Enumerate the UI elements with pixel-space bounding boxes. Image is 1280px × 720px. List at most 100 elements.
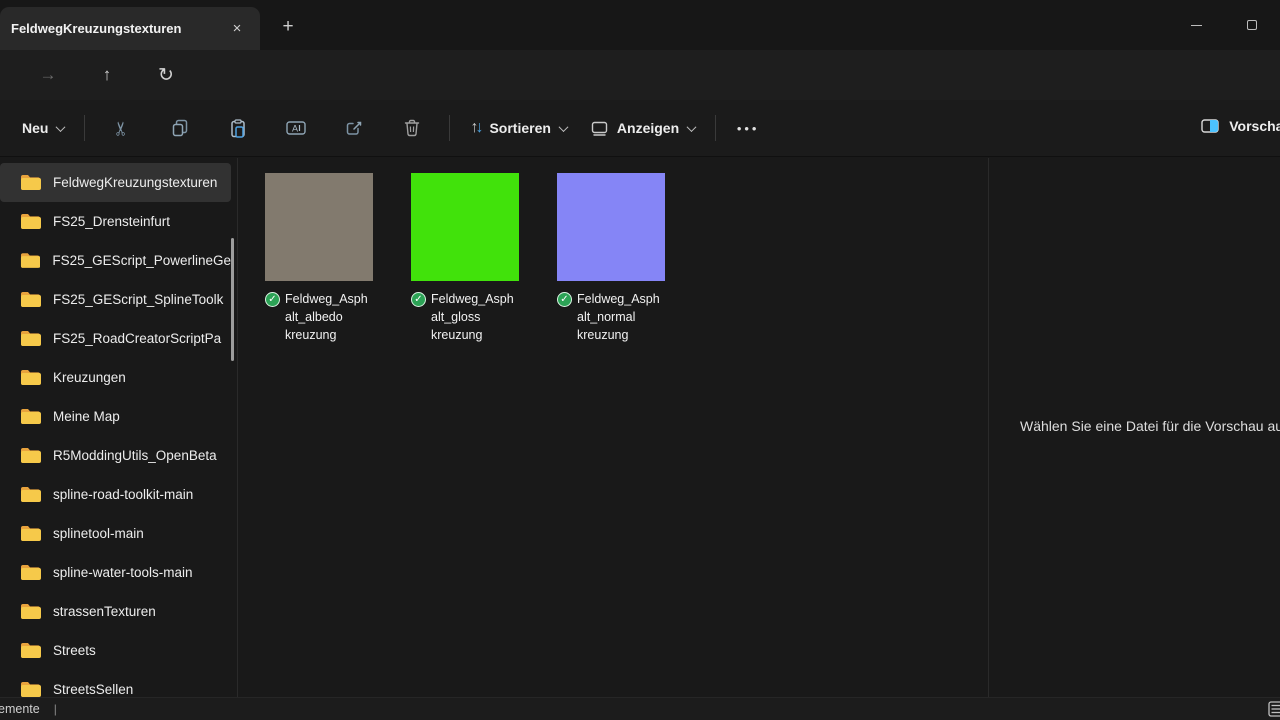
folder-icon [20, 564, 41, 581]
folder-icon [20, 330, 41, 347]
sidebar-item-strassentexturen[interactable]: strassenTexturen [0, 592, 231, 631]
toolbar-divider [715, 115, 716, 141]
texture-thumbnail [265, 173, 373, 281]
folder-icon [20, 603, 41, 620]
view-button[interactable]: Anzeigen [579, 112, 707, 144]
paste-icon [229, 119, 247, 138]
onedrive-synced-icon: ✓ [557, 292, 572, 307]
svg-text:A: A [292, 124, 298, 134]
copy-icon [171, 119, 189, 137]
onedrive-synced-icon: ✓ [411, 292, 426, 307]
item-count-text: emente [0, 702, 40, 716]
sidebar-item-r5moddingutils[interactable]: R5ModdingUtils_OpenBeta [0, 436, 231, 475]
folder-icon [20, 525, 41, 542]
file-tile-normal[interactable]: ✓ Feldweg_Asph alt_normal kreuzung [557, 173, 665, 344]
minimize-button[interactable] [1168, 0, 1224, 50]
view-button-label: Anzeigen [617, 120, 679, 136]
folder-icon [20, 642, 41, 659]
navigation-bar: → ↑ ↻ OneDrive › Björn – Persönlich › De… [0, 50, 1280, 100]
maximize-icon [1247, 20, 1257, 30]
minimize-icon [1191, 25, 1202, 26]
preview-pane-toggle[interactable]: Vorschau [1191, 110, 1280, 142]
chevron-down-icon [687, 122, 697, 132]
trash-icon [404, 119, 420, 137]
tab-title: FeldwegKreuzungstexturen [11, 21, 224, 36]
sidebar-item-fs25-drensteinfurt[interactable]: FS25_Drensteinfurt [0, 202, 231, 241]
texture-thumbnail [557, 173, 665, 281]
more-options-icon: ••• [737, 121, 760, 136]
maximize-button[interactable] [1224, 0, 1280, 50]
sidebar: FeldwegKreuzungstexturen FS25_Drensteinf… [0, 158, 238, 697]
sidebar-item-spline-road-toolkit[interactable]: spline-road-toolkit-main [0, 475, 231, 514]
file-list: ✓ Feldweg_Asph alt_albedo kreuzung ✓ Fel… [238, 158, 988, 697]
new-button[interactable]: Neu [10, 112, 76, 144]
sidebar-item-meine-map[interactable]: Meine Map [0, 397, 231, 436]
tab-close-icon[interactable]: × [224, 16, 250, 42]
details-view-button[interactable] [1268, 701, 1280, 717]
more-options-button[interactable]: ••• [728, 109, 768, 147]
sidebar-item-fs25-roadcreatorscript[interactable]: FS25_RoadCreatorScriptPa [0, 319, 231, 358]
sidebar-item-kreuzungen[interactable]: Kreuzungen [0, 358, 231, 397]
sidebar-scrollbar[interactable] [231, 238, 234, 361]
texture-thumbnail [411, 173, 519, 281]
toolbar-divider [449, 115, 450, 141]
file-name: Feldweg_Asph alt_albedo kreuzung [285, 290, 368, 344]
command-bar: Neu ✂ A [0, 100, 1280, 157]
sidebar-item-feldwegkreuzungstexturen[interactable]: FeldwegKreuzungstexturen [0, 163, 231, 202]
folder-icon [20, 291, 41, 308]
sidebar-item-fs25-gescript-splinetoolkit[interactable]: FS25_GEScript_SplineToolk [0, 280, 231, 319]
details-view-icon [1268, 701, 1280, 717]
folder-icon [20, 486, 41, 503]
forward-button[interactable]: → [34, 61, 62, 89]
share-icon [345, 119, 363, 137]
app-body: FeldwegKreuzungstexturen FS25_Drensteinf… [0, 158, 1280, 697]
file-name: Feldweg_Asph alt_gloss kreuzung [431, 290, 514, 344]
folder-icon [20, 447, 41, 464]
status-bar: emente | [0, 697, 1280, 720]
folder-icon [20, 681, 41, 698]
sidebar-item-streets[interactable]: Streets [0, 631, 231, 670]
folder-icon [20, 174, 41, 191]
view-icon [591, 121, 608, 136]
onedrive-synced-icon: ✓ [265, 292, 280, 307]
file-caption: ✓ Feldweg_Asph alt_albedo kreuzung [265, 290, 373, 344]
preview-placeholder-text: Wählen Sie eine Datei für die Vorschau a… [1020, 418, 1280, 434]
new-tab-button[interactable]: + [274, 13, 302, 41]
folder-icon [20, 213, 41, 230]
window-controls [1168, 0, 1280, 50]
sidebar-item-splinetool-main[interactable]: splinetool-main [0, 514, 231, 553]
preview-pane-icon [1201, 119, 1219, 133]
preview-pane-label: Vorschau [1229, 118, 1280, 134]
chevron-down-icon [56, 122, 66, 132]
cut-button[interactable]: ✂ [97, 109, 147, 147]
chevron-down-icon [558, 122, 568, 132]
folder-icon [20, 252, 40, 269]
folder-icon [20, 408, 41, 425]
sidebar-item-spline-water-tools[interactable]: spline-water-tools-main [0, 553, 231, 592]
paste-button[interactable] [213, 109, 263, 147]
delete-button[interactable] [387, 109, 437, 147]
toolbar-divider [84, 115, 85, 141]
up-button[interactable]: ↑ [93, 61, 121, 89]
title-bar: FeldwegKreuzungstexturen × + [0, 0, 1280, 50]
file-tile-gloss[interactable]: ✓ Feldweg_Asph alt_gloss kreuzung [411, 173, 519, 344]
new-button-label: Neu [22, 120, 48, 136]
sort-icon: ↑↓ [470, 119, 480, 137]
file-caption: ✓ Feldweg_Asph alt_normal kreuzung [557, 290, 665, 344]
file-name: Feldweg_Asph alt_normal kreuzung [577, 290, 660, 344]
share-button[interactable] [329, 109, 379, 147]
folder-icon [20, 369, 41, 386]
sort-button-label: Sortieren [489, 120, 550, 136]
sidebar-item-fs25-gescript-powerline[interactable]: FS25_GEScript_PowerlineGe [0, 241, 231, 280]
file-caption: ✓ Feldweg_Asph alt_gloss kreuzung [411, 290, 519, 344]
preview-pane: Wählen Sie eine Datei für die Vorschau a… [988, 158, 1280, 697]
explorer-tab[interactable]: FeldwegKreuzungstexturen × [0, 7, 260, 50]
file-tile-albedo[interactable]: ✓ Feldweg_Asph alt_albedo kreuzung [265, 173, 373, 344]
sort-button[interactable]: ↑↓ Sortieren [458, 111, 578, 145]
refresh-button[interactable]: ↻ [152, 61, 180, 89]
status-separator: | [54, 702, 57, 716]
rename-icon: A [286, 120, 306, 136]
copy-button[interactable] [155, 109, 205, 147]
cut-icon: ✂ [111, 120, 134, 136]
rename-button[interactable]: A [271, 109, 321, 147]
